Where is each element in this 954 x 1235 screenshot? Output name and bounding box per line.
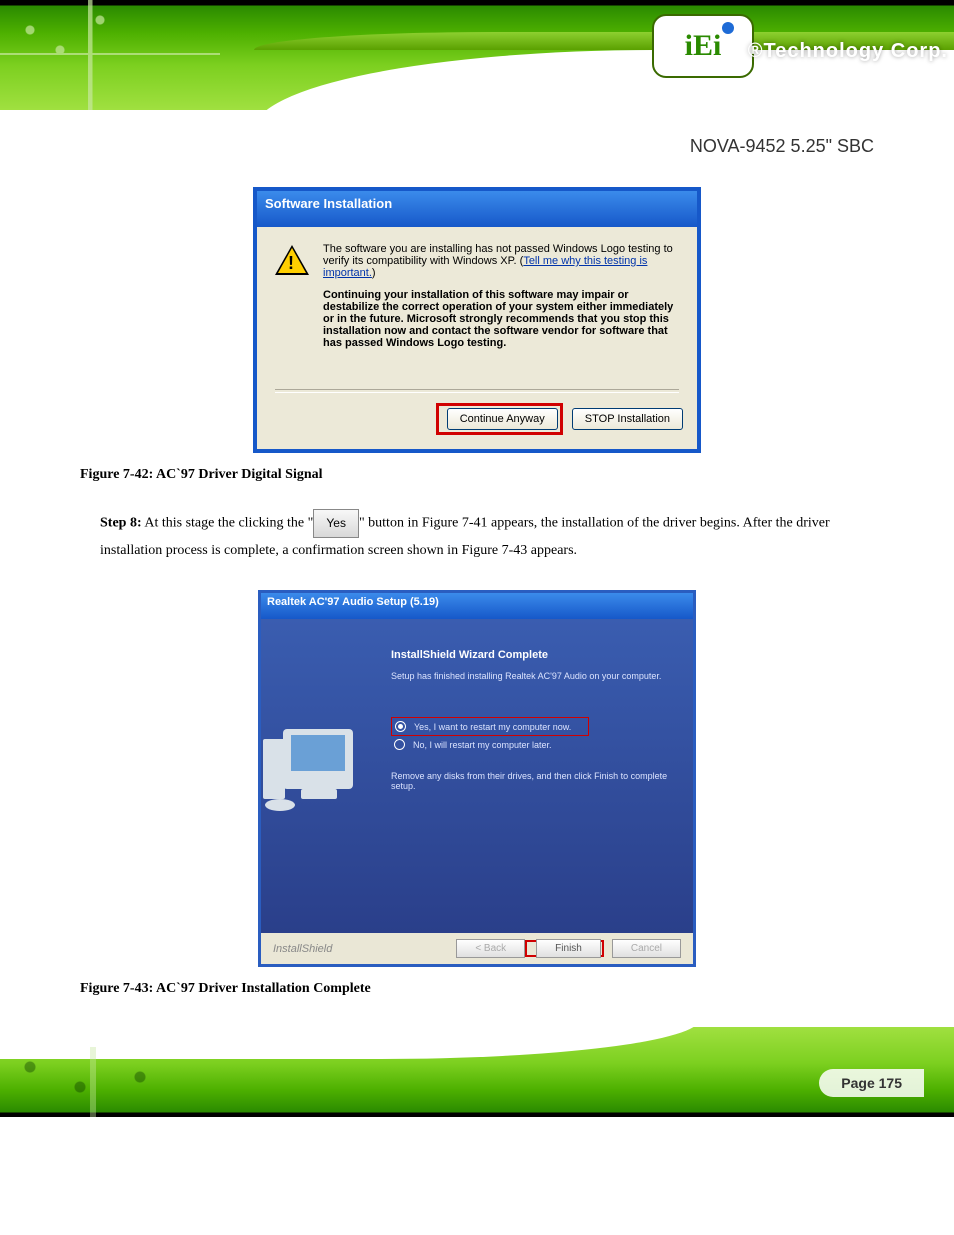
warning-icon: ! xyxy=(275,243,309,277)
wizard-complete-heading: InstallShield Wizard Complete xyxy=(391,649,673,661)
dialog-title-bar: Software Installation xyxy=(257,191,697,227)
dialog2-title-bar: Realtek AC'97 Audio Setup (5.19) xyxy=(261,593,693,619)
step-prefix: Step 8: xyxy=(100,516,142,531)
highlight-continue: Continue Anyway xyxy=(436,403,563,435)
bottom-banner: Page 175 xyxy=(0,1027,954,1117)
radio-unselected-icon xyxy=(394,739,405,750)
stop-installation-button[interactable]: STOP Installation xyxy=(572,408,683,430)
dialog-text-1b: ) xyxy=(372,267,376,279)
finish-button[interactable]: Finish xyxy=(536,939,601,958)
step-8: Step 8: At this stage the clicking the "… xyxy=(100,509,874,564)
restart-now-label: Yes, I want to restart my computer now. xyxy=(414,722,571,732)
logo: iEi xyxy=(652,14,754,78)
circuit-decoration-bottom xyxy=(0,1047,300,1117)
installshield-complete-dialog: Realtek AC'97 Audio Setup (5.19) Install… xyxy=(258,590,696,967)
wizard-complete-sub: Setup has finished installing Realtek AC… xyxy=(391,671,673,681)
highlight-finish: Finish xyxy=(525,940,604,957)
continue-anyway-button[interactable]: Continue Anyway xyxy=(447,408,558,430)
circuit-decoration xyxy=(0,0,220,110)
installshield-label: InstallShield xyxy=(273,943,332,955)
brand-tagline: ®Technology Corp. xyxy=(748,40,948,63)
figure-caption-2: Figure 7-43: AC`97 Driver Installation C… xyxy=(80,981,874,997)
restart-later-option[interactable]: No, I will restart my computer later. xyxy=(391,736,673,753)
dialog-warning-bold: Continuing your installation of this sof… xyxy=(323,289,679,349)
software-installation-dialog: Software Installation ! The software you… xyxy=(253,187,701,453)
remove-disks-text: Remove any disks from their drives, and … xyxy=(391,771,673,791)
logo-text: iEi xyxy=(685,29,722,63)
back-button[interactable]: < Back xyxy=(456,939,525,958)
restart-later-label: No, I will restart my computer later. xyxy=(413,740,552,750)
wizard-graphic xyxy=(261,649,391,909)
dialog-message: The software you are installing has not … xyxy=(323,243,679,349)
top-banner: iEi ®Technology Corp. xyxy=(0,0,954,110)
figure-caption-1: Figure 7-42: AC`97 Driver Digital Signal xyxy=(80,467,874,483)
cancel-button[interactable]: Cancel xyxy=(612,939,681,958)
page-number: Page 175 xyxy=(819,1069,924,1097)
logo-dot-icon xyxy=(722,22,734,34)
restart-now-option[interactable]: Yes, I want to restart my computer now. xyxy=(391,717,589,736)
radio-selected-icon xyxy=(395,721,406,732)
yes-chip: Yes xyxy=(313,509,359,538)
document-heading: NOVA-9452 5.25" SBC xyxy=(80,136,874,157)
